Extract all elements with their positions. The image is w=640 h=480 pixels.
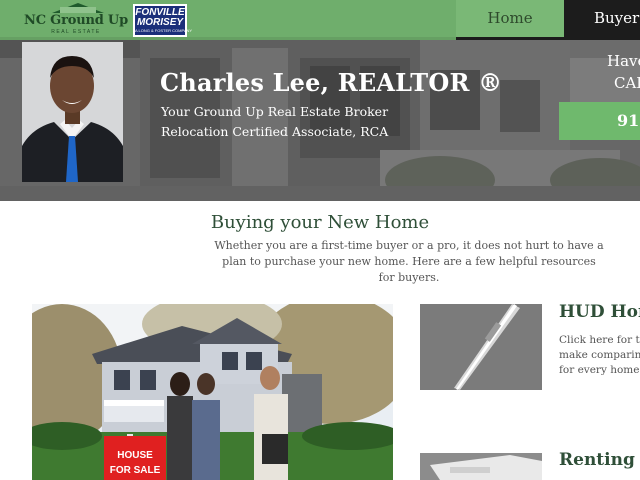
- hud-desc-line2: make comparing H: [559, 349, 640, 361]
- hud-homes-description: Click here for the make comparing H for …: [559, 333, 640, 378]
- call-to-action-panel: [570, 40, 640, 102]
- partner-logo-box: FONVILLE MORISEY A LONG & FOSTER COMPANY: [135, 6, 193, 35]
- hero-banner: Charles Lee, REALTOR ® Your Ground Up Re…: [0, 40, 640, 201]
- hud-homes-title[interactable]: HUD Hom: [559, 302, 640, 322]
- agent-name-heading: Charles Lee, REALTOR ®: [160, 68, 503, 97]
- hud-desc-line1: Click here for the: [559, 334, 640, 346]
- buyers-house-photo: HOUSE FOR SALE: [32, 304, 393, 480]
- top-navbar: NC Ground Up REAL ESTATE FONVILLE MORISE…: [0, 0, 640, 40]
- partner-logo-line2: MORISEY: [136, 17, 184, 28]
- cta-text-line2: CAL: [614, 74, 640, 92]
- nav-item-home[interactable]: Home: [456, 0, 564, 40]
- calculator-icon: [420, 453, 542, 480]
- house-sale-photo-image: HOUSE FOR SALE: [32, 304, 393, 480]
- section-intro-text: Whether you are a first-time buyer or a …: [214, 239, 604, 284]
- agent-subtitle-rca: Relocation Certified Associate, RCA: [161, 124, 389, 139]
- partner-logo-line3: A LONG & FOSTER COMPANY: [135, 28, 193, 33]
- logo-tagline: REAL ESTATE: [51, 29, 101, 35]
- nc-ground-up-logo[interactable]: NC Ground Up REAL ESTATE: [22, 3, 130, 37]
- cta-text-line1: Have: [607, 52, 640, 70]
- renting-vs-buying-thumbnail[interactable]: [420, 453, 542, 480]
- renting-vs-buying-title[interactable]: Renting vs: [559, 450, 640, 470]
- sign-line1: HOUSE: [117, 450, 153, 461]
- pen-icon: [420, 304, 542, 390]
- agent-photo-image: [22, 42, 123, 182]
- agent-portrait: [22, 42, 123, 182]
- fonville-morisey-logo[interactable]: FONVILLE MORISEY A LONG & FOSTER COMPANY: [133, 4, 193, 37]
- nav-item-buyers[interactable]: Buyers: [564, 0, 640, 40]
- hud-desc-line3: for every home yo: [559, 364, 640, 376]
- logo-name: NC Ground Up: [24, 13, 128, 28]
- hud-homes-thumbnail[interactable]: [420, 304, 542, 390]
- cta-phone-button[interactable]: 919: [559, 102, 640, 140]
- section-title: Buying your New Home: [210, 212, 430, 233]
- agent-subtitle-broker: Your Ground Up Real Estate Broker: [161, 104, 389, 119]
- sign-line2: FOR SALE: [110, 465, 161, 476]
